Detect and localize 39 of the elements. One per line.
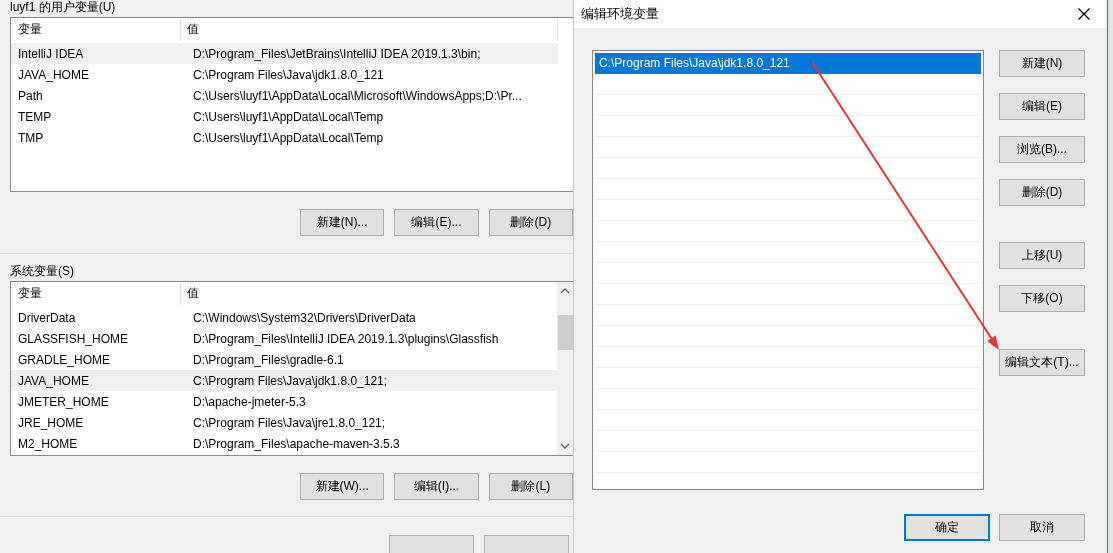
scroll-up-icon[interactable] — [560, 287, 570, 295]
path-entry[interactable]: C:\Program Files\Java\jdk1.8.0_121 — [595, 53, 981, 74]
action-button[interactable]: 编辑(E)... — [394, 209, 479, 236]
action-button[interactable]: 删除(D) — [488, 209, 573, 236]
scrollbar-thumb[interactable] — [558, 315, 573, 350]
variable-row[interactable]: GLASSFISH_HOME D:\Program_Files\IntelliJ IDEA 2019.1.3\plugins\Glassfish — [11, 328, 558, 349]
variable-row[interactable]: DriverData C:\Windows\System32\Drivers\DriverData — [11, 307, 558, 328]
variable-row[interactable]: JAVA_HOME C:\Program Files\Java\jdk1.8.0_121 — [11, 64, 558, 85]
scroll-down-icon[interactable] — [560, 442, 570, 450]
dialog-title: 编辑环境变量 — [581, 5, 659, 23]
action-button[interactable]: 新建(N)... — [300, 209, 385, 236]
variable-row[interactable]: JRE_HOME C:\Program Files\Java\jre1.8.0_121; — [11, 412, 558, 433]
action-button[interactable]: 新建(N) — [999, 50, 1085, 77]
action-button[interactable]: 上移(U) — [999, 242, 1085, 269]
variable-row[interactable]: IntelliJ IDEA D:\Program_Files\JetBrains\IntelliJ IDEA 2019.1.3\bin; — [11, 43, 558, 64]
dialog-button[interactable]: 确定 — [904, 514, 990, 541]
action-button[interactable]: 新建(W)... — [300, 473, 385, 500]
variable-row[interactable]: GRADLE_HOME D:\Program_Files\gradle-6.1 — [11, 349, 558, 370]
variable-row[interactable]: TMP C:\Users\luyf1\AppData\Local\Temp — [11, 127, 558, 148]
scrollbar[interactable] — [557, 282, 573, 455]
variable-row[interactable]: M2_HOME D:\Program_Files\apache-maven-3.5.3 — [11, 433, 558, 454]
action-button[interactable]: 删除(D) — [999, 179, 1085, 206]
action-button[interactable]: 浏览(B)... — [999, 136, 1085, 163]
column-header[interactable]: 变量 — [13, 282, 181, 305]
action-button[interactable]: 下移(O) — [999, 285, 1085, 312]
section-label: 系统变量(S) — [10, 264, 75, 278]
action-button[interactable]: 删除(L) — [488, 473, 573, 500]
action-button[interactable]: 编辑文本(T)... — [999, 349, 1085, 376]
variable-row[interactable]: TEMP C:\Users\luyf1\AppData\Local\Temp — [11, 106, 558, 127]
action-button[interactable]: 编辑(E) — [999, 93, 1085, 120]
dialog-button[interactable]: 取消 — [999, 514, 1085, 541]
section-label: luyf1 的用户变量(U) — [10, 0, 117, 14]
column-header[interactable]: 值 — [181, 18, 558, 41]
close-icon[interactable] — [1078, 8, 1090, 20]
column-header[interactable]: 变量 — [13, 18, 181, 41]
variable-row[interactable]: Path C:\Users\luyf1\AppData\Local\Microsoft\WindowsApps;D:\Pr... — [11, 85, 558, 106]
variable-row[interactable]: JMETER_HOME D:\apache-jmeter-5.3 — [11, 391, 558, 412]
variable-row[interactable]: JAVA_HOME C:\Program Files\Java\jdk1.8.0_121; — [11, 370, 558, 391]
action-button[interactable]: 编辑(I)... — [394, 473, 479, 500]
